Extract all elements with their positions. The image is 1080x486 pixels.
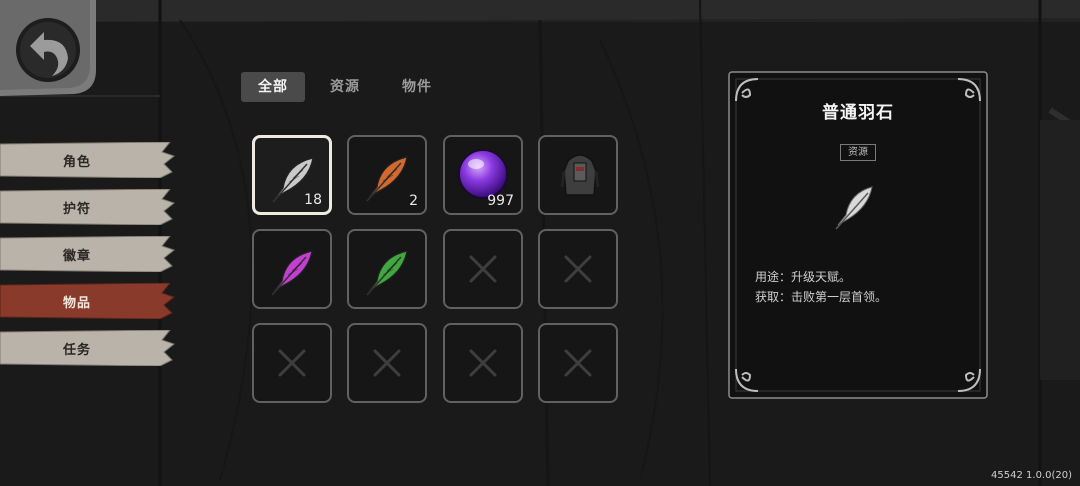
empty-slot-cross-icon bbox=[564, 255, 592, 283]
empty-slot-cross-icon bbox=[373, 349, 401, 377]
tab-objects[interactable]: 物件 bbox=[385, 72, 449, 102]
empty-slot-cross-icon bbox=[469, 255, 497, 283]
armor-icon bbox=[560, 154, 600, 196]
purple-feather-icon bbox=[271, 250, 313, 296]
empty-inventory-slot bbox=[443, 323, 523, 403]
version-label: 45542 1.0.0(20) bbox=[991, 470, 1072, 481]
empty-inventory-slot bbox=[538, 323, 618, 403]
inventory-slot[interactable] bbox=[538, 135, 618, 215]
inventory-slot[interactable]: 997 bbox=[443, 135, 523, 215]
sidebar-item-label: 徽章 bbox=[62, 248, 91, 264]
empty-inventory-slot bbox=[252, 323, 332, 403]
inventory-slot[interactable]: 18 bbox=[252, 135, 332, 215]
sidebar-item-character[interactable]: 角色 bbox=[0, 142, 176, 178]
empty-slot-cross-icon bbox=[469, 349, 497, 377]
inventory-slot[interactable]: 2 bbox=[347, 135, 427, 215]
sidebar-item-amulet[interactable]: 护符 bbox=[0, 189, 176, 225]
empty-slot-cross-icon bbox=[278, 349, 306, 377]
sidebar-item-label: 任务 bbox=[62, 342, 91, 358]
sidebar-item-badge[interactable]: 徽章 bbox=[0, 236, 176, 272]
item-title: 普通羽石 bbox=[822, 103, 894, 123]
sidebar-item-quests[interactable]: 任务 bbox=[0, 330, 176, 366]
tab-resources[interactable]: 资源 bbox=[313, 72, 377, 102]
item-usage-text: 用途：升级天赋。 bbox=[755, 270, 852, 284]
tab-all[interactable]: 全部 bbox=[241, 72, 305, 102]
back-button[interactable] bbox=[0, 0, 96, 96]
inventory-slot[interactable] bbox=[252, 229, 332, 309]
inventory-slot[interactable] bbox=[347, 229, 427, 309]
sidebar-item-label: 物品 bbox=[62, 295, 91, 311]
item-count: 18 bbox=[304, 192, 322, 208]
empty-inventory-slot bbox=[347, 323, 427, 403]
empty-slot-cross-icon bbox=[564, 349, 592, 377]
empty-inventory-slot bbox=[443, 229, 523, 309]
sidebar-item-label: 护符 bbox=[62, 201, 91, 217]
green-feather-icon bbox=[366, 250, 408, 296]
item-count: 2 bbox=[409, 193, 418, 209]
item-source-text: 获取：击败第一层首领。 bbox=[755, 290, 888, 304]
sidebar-item-items[interactable]: 物品 bbox=[0, 283, 176, 319]
empty-inventory-slot bbox=[538, 229, 618, 309]
sidebar-item-label: 角色 bbox=[62, 154, 91, 170]
item-count: 997 bbox=[487, 193, 514, 209]
item-type-badge: 资源 bbox=[840, 144, 876, 161]
